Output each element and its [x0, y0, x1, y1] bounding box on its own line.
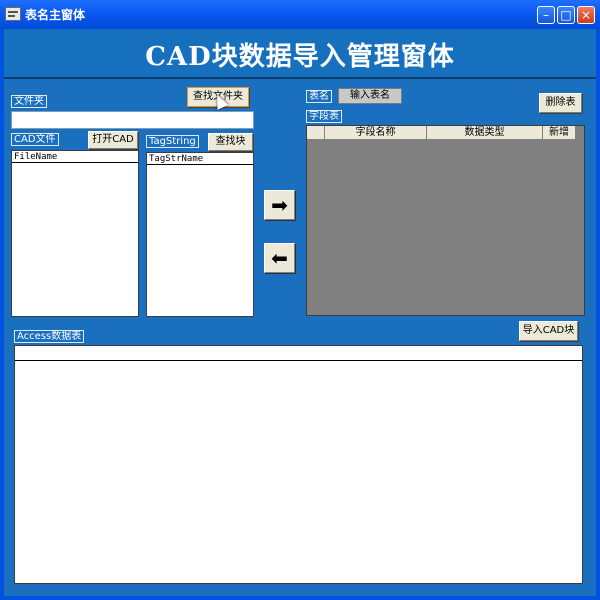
arrow-left-icon: ⬅	[271, 246, 288, 270]
list-header-divider	[147, 164, 253, 165]
folder-path-field[interactable]	[11, 111, 254, 129]
access-list-header	[15, 346, 582, 361]
window-app-icon	[5, 7, 21, 21]
access-table-label: Access数据表	[14, 330, 85, 343]
cad-file-list[interactable]: FileName	[11, 150, 139, 317]
data-type-column-header[interactable]: 数据类型	[427, 126, 543, 140]
page-title: CAD块数据导入管理窗体	[145, 42, 455, 72]
close-button[interactable]: ×	[577, 6, 595, 24]
field-name-column-header[interactable]: 字段名称	[325, 126, 427, 140]
cad-files-label: CAD文件	[11, 133, 59, 146]
minimize-button[interactable]: –	[537, 6, 555, 24]
list-header-divider	[12, 162, 138, 163]
fields-table-label: 字段表	[306, 110, 342, 123]
arrow-right-icon: ➡	[271, 193, 288, 217]
table-name-label: 表名	[306, 90, 332, 103]
table-name-input[interactable]: 输入表名	[338, 88, 402, 104]
tagstring-list[interactable]: TagStrName	[146, 152, 254, 317]
access-data-list[interactable]	[14, 345, 583, 584]
new-column-header[interactable]: 新增	[543, 126, 576, 140]
row-selector-header	[307, 126, 325, 140]
folder-label: 文件夹	[11, 95, 47, 108]
tagstring-label: TagString	[146, 135, 199, 148]
fields-grid[interactable]: 字段名称 数据类型 新增	[306, 125, 585, 316]
move-left-button[interactable]: ⬅	[264, 243, 295, 273]
window-title: 表名主窗体	[25, 8, 86, 22]
delete-table-button[interactable]: 删除表	[539, 93, 582, 113]
filename-column-header: FileName	[14, 152, 58, 162]
import-cad-block-button[interactable]: 导入CAD块	[519, 321, 578, 341]
tagstrname-column-header: TagStrName	[149, 154, 204, 164]
title-bar[interactable]: 表名主窗体 – □ ×	[0, 0, 600, 29]
move-right-button[interactable]: ➡	[264, 190, 295, 220]
open-cad-button[interactable]: 打开CAD	[88, 131, 138, 149]
find-block-button[interactable]: 查找块	[208, 133, 253, 151]
maximize-button[interactable]: □	[557, 6, 575, 24]
